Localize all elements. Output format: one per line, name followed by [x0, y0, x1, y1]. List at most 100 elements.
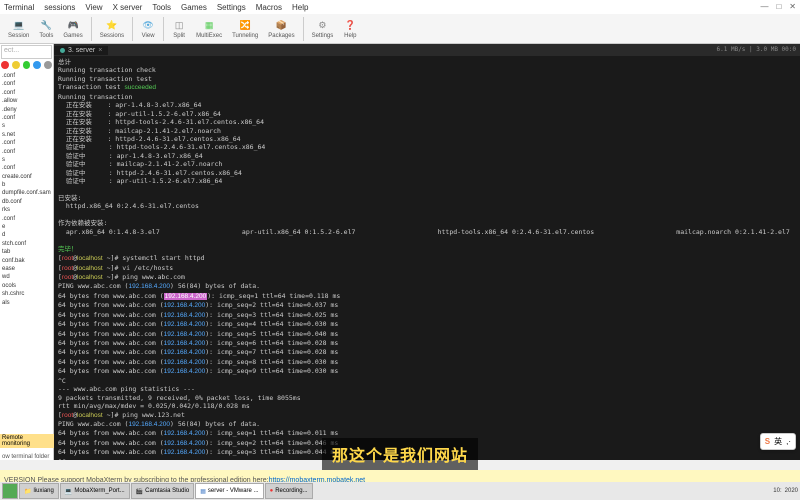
file-item[interactable]: .conf — [2, 139, 51, 147]
file-item[interactable]: .conf — [2, 89, 51, 97]
task-icon: 🎬 — [136, 488, 143, 495]
task-server-vmware-[interactable]: ▦server - VMware ... — [195, 483, 263, 499]
maximize-icon[interactable]: □ — [776, 2, 781, 11]
menu-settings[interactable]: Settings — [217, 3, 246, 12]
split-icon: ◫ — [172, 18, 186, 32]
menu-x server[interactable]: X server — [113, 3, 143, 12]
file-item[interactable]: .allow — [2, 97, 51, 105]
tool-view[interactable]: 👁View — [137, 18, 159, 39]
tray-date: 2020 — [785, 488, 798, 494]
file-item[interactable]: als — [2, 299, 51, 307]
new-terminal-label[interactable]: ow terminal folder — [2, 454, 49, 460]
tab-server[interactable]: 3. server × — [54, 46, 108, 55]
system-tray[interactable]: 10: 2020 — [773, 488, 798, 494]
dot-grey-icon[interactable] — [44, 61, 52, 69]
ime-widget[interactable]: S 英 ,· — [760, 433, 796, 450]
tool-tools[interactable]: 🔧Tools — [35, 18, 57, 39]
task-liuxiang[interactable]: 📁liuxiang — [19, 483, 59, 499]
file-item[interactable]: stch.conf — [2, 240, 51, 248]
packages-icon: 📦 — [274, 18, 288, 32]
games-icon: 🎮 — [66, 18, 80, 32]
settings-icon: ⚙ — [315, 18, 329, 32]
window-controls[interactable]: — □ ✕ — [760, 2, 796, 11]
tunneling-icon: 🔀 — [238, 18, 252, 32]
file-item[interactable]: .deny — [2, 106, 51, 114]
file-item[interactable]: sh.cshrc — [2, 290, 51, 298]
tool-multiexec[interactable]: ▦MultiExec — [192, 18, 226, 39]
tool-split[interactable]: ◫Split — [168, 18, 190, 39]
menu-view[interactable]: View — [85, 3, 102, 12]
file-item[interactable]: .conf — [2, 164, 51, 172]
view-icon: 👁 — [141, 18, 155, 32]
file-item[interactable]: .conf — [2, 80, 51, 88]
file-item[interactable]: s.net — [2, 131, 51, 139]
file-item[interactable]: .conf — [2, 114, 51, 122]
file-item[interactable]: s — [2, 122, 51, 130]
menu-games[interactable]: Games — [181, 3, 207, 12]
file-item[interactable]: ease — [2, 265, 51, 273]
file-item[interactable]: ocols — [2, 282, 51, 290]
tool-packages[interactable]: 📦Packages — [264, 18, 298, 39]
dot-green-icon[interactable] — [23, 61, 31, 69]
close-icon[interactable]: ✕ — [789, 2, 796, 11]
task-icon: ▦ — [200, 488, 206, 495]
tool-session[interactable]: 💻Session — [4, 18, 33, 39]
file-item[interactable]: d — [2, 231, 51, 239]
tab-close-icon[interactable]: × — [98, 47, 102, 54]
multiexec-icon: ▦ — [202, 18, 216, 32]
menu-sessions[interactable]: sessions — [44, 3, 75, 12]
menu-tools[interactable]: Tools — [152, 3, 171, 12]
file-item[interactable]: b — [2, 181, 51, 189]
session-icon: 💻 — [12, 18, 26, 32]
terminal-output[interactable]: 总计 Running transaction check Running tra… — [54, 56, 800, 460]
file-item[interactable]: create.conf — [2, 173, 51, 181]
minimize-icon[interactable]: — — [760, 2, 768, 11]
transfer-status: 6.1 MB/s | 3.0 MB 00:0 — [717, 46, 796, 53]
tool-games[interactable]: 🎮Games — [59, 18, 86, 39]
task-recording-[interactable]: ●Recording... — [265, 483, 313, 499]
task-camtasia-studio[interactable]: 🎬Camtasia Studio — [131, 483, 195, 499]
file-item[interactable]: rks — [2, 206, 51, 214]
menu-macros[interactable]: Macros — [256, 3, 282, 12]
video-subtitle: 那这个是我们网站 — [322, 438, 478, 470]
side-icon-row — [0, 60, 53, 70]
ime-punct: ,· — [786, 437, 791, 446]
tools-icon: 🔧 — [39, 18, 53, 32]
file-item[interactable]: tab — [2, 248, 51, 256]
file-item[interactable]: db.conf — [2, 198, 51, 206]
file-item[interactable]: wd — [2, 273, 51, 281]
tool-settings[interactable]: ⚙Settings — [308, 18, 338, 39]
task-mobaxterm-port-[interactable]: 💻MobaXterm_Port... — [60, 483, 130, 499]
tab-title: 3. server — [68, 47, 95, 54]
sidebar: ect... .conf.conf.conf.allow.deny.confss… — [0, 44, 54, 460]
file-item[interactable]: .conf — [2, 148, 51, 156]
ime-logo-icon: S — [765, 437, 770, 446]
terminal-pane: 3. server × 6.1 MB/s | 3.0 MB 00:0 总计 Ru… — [54, 44, 800, 460]
tray-time: 10: — [773, 488, 781, 494]
task-icon: ● — [270, 488, 274, 494]
tool-tunneling[interactable]: 🔀Tunneling — [228, 18, 262, 39]
file-item[interactable]: conf.bak — [2, 257, 51, 265]
file-tree[interactable]: .conf.conf.conf.allow.deny.confss.net.co… — [0, 70, 53, 309]
file-item[interactable]: s — [2, 156, 51, 164]
file-item[interactable]: .conf — [2, 215, 51, 223]
file-item[interactable]: dumpfile.conf.sample — [2, 189, 51, 197]
menu-terminal[interactable]: Terminal — [4, 3, 34, 12]
task-icon: 💻 — [65, 488, 72, 495]
tool-sessions[interactable]: ⭐Sessions — [96, 18, 128, 39]
remote-monitoring-label[interactable]: Remote monitoring — [0, 434, 54, 448]
dot-yellow-icon[interactable] — [12, 61, 20, 69]
tab-bar: 3. server × — [54, 44, 800, 56]
sessions-icon: ⭐ — [105, 18, 119, 32]
dot-red-icon[interactable] — [1, 61, 9, 69]
taskbar: 📁liuxiang💻MobaXterm_Port...🎬Camtasia Stu… — [0, 482, 800, 500]
start-button[interactable] — [2, 483, 18, 499]
tool-help[interactable]: ❓Help — [339, 18, 361, 39]
toolbar: 💻Session🔧Tools🎮Games ⭐Sessions 👁View ◫Split… — [0, 14, 800, 44]
file-item[interactable]: .conf — [2, 72, 51, 80]
ime-lang: 英 — [774, 436, 782, 447]
file-item[interactable]: e — [2, 223, 51, 231]
menu-help[interactable]: Help — [292, 3, 308, 12]
search-input[interactable]: ect... — [1, 45, 52, 59]
dot-blue-icon[interactable] — [33, 61, 41, 69]
